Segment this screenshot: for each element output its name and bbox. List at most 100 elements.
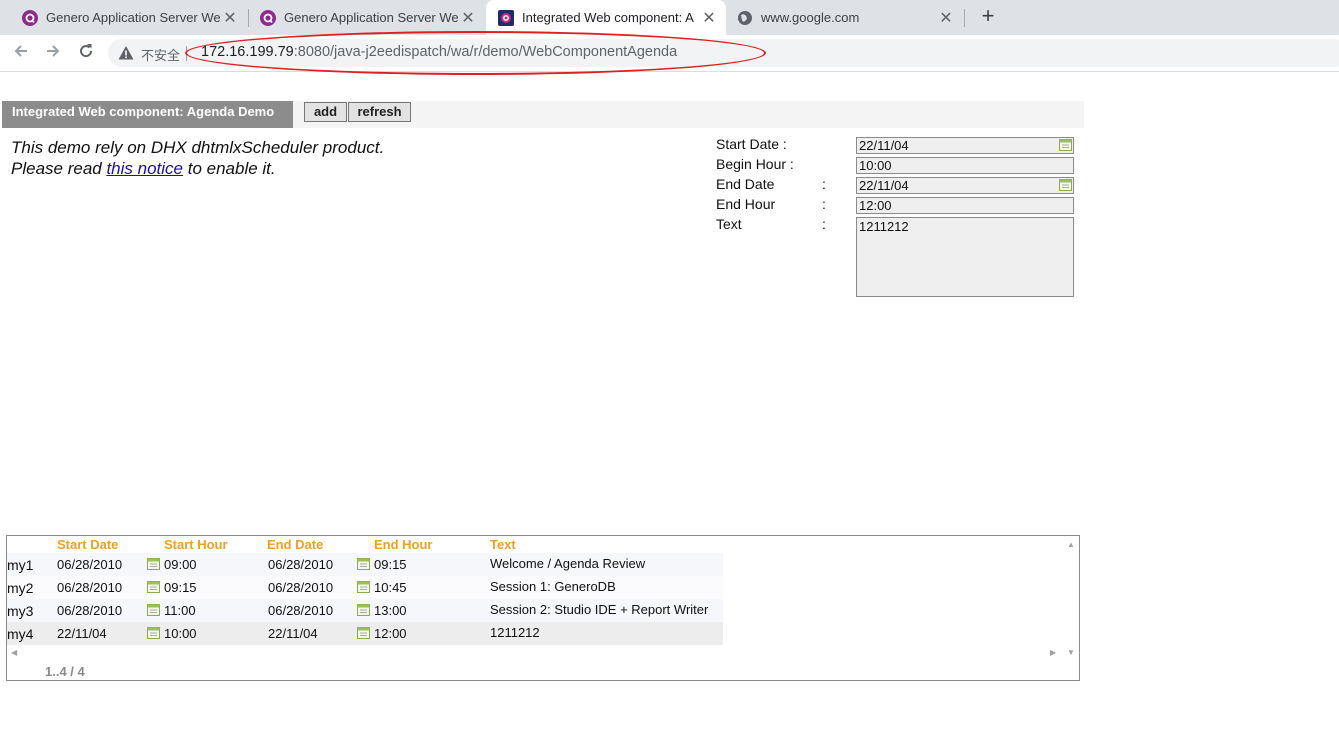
text-cell: 1211212 [490,625,540,640]
start-date-value: 22/11/04 [859,138,909,153]
vertical-scrollbar[interactable]: ▲ ▼ [1063,536,1079,663]
scroll-down-icon[interactable]: ▼ [1067,648,1075,657]
text-colon: : [822,216,826,232]
genero-favicon-icon [22,9,38,26]
end-date-cell: 06/28/2010 [268,557,334,572]
start-date-field[interactable]: 22/11/04 [856,137,1074,154]
row-id: my2 [7,580,34,596]
calendar-icon[interactable] [1059,179,1072,191]
horizontal-scrollbar[interactable]: ◀ ▶ [7,646,1063,660]
browser-tab-bar: Genero Application Server We ✕ Genero Ap… [0,0,1339,35]
text-cell: Session 2: Studio IDE + Report Writer [490,602,709,617]
start-hour-cell: 10:00 [164,626,197,641]
notice-line-1: This demo rely on DHX dhtmlxScheduler pr… [11,138,385,157]
begin-hour-label: Begin Hour : [716,156,794,172]
calendar-icon[interactable] [147,604,160,616]
app-title: Integrated Web component: Agenda Demo [2,101,293,128]
row-id: my4 [7,626,34,642]
close-icon[interactable]: ✕ [700,8,718,28]
start-hour-cell: 11:00 [164,603,196,618]
table-row-selected[interactable]: my4 22/11/04 10:00 22/11/04 12:00 121121… [7,622,723,645]
calendar-icon[interactable] [147,581,160,593]
column-header-end-hour[interactable]: End Hour [374,537,433,552]
close-icon[interactable]: ✕ [459,8,477,28]
calendar-icon[interactable] [357,627,370,639]
table-row[interactable]: my1 06/28/2010 09:00 06/28/2010 09:15 We… [7,553,723,576]
end-date-cell: 06/28/2010 [268,603,334,618]
notice-text: This demo rely on DHX dhtmlxScheduler pr… [11,137,384,179]
scroll-right-icon[interactable]: ▶ [1050,648,1056,657]
close-icon[interactable]: ✕ [221,8,239,28]
end-hour-cell: 09:15 [374,557,407,572]
start-date-label: Start Date : [716,136,787,152]
tab-genero-2[interactable]: Genero Application Server We ✕ [238,0,485,35]
table-pager: 1..4 / 4 [45,664,85,679]
end-hour-field[interactable]: 12:00 [856,197,1074,214]
notice-prefix: Please read [11,159,107,178]
reload-button[interactable] [74,39,98,63]
column-header-start-hour[interactable]: Start Hour [164,537,228,552]
refresh-button[interactable]: refresh [348,102,411,122]
notice-suffix: to enable it. [183,159,276,178]
calendar-icon[interactable] [147,627,160,639]
calendar-icon[interactable] [147,558,160,570]
app-header-bar: Integrated Web component: Agenda Demo ad… [2,101,1084,128]
end-date-cell: 22/11/04 [268,626,318,641]
end-hour-cell: 10:45 [374,580,407,595]
column-header-end-date[interactable]: End Date [267,537,323,552]
close-icon[interactable]: ✕ [937,8,955,28]
arrow-right-icon [47,45,60,57]
start-date-cell: 06/28/2010 [57,603,123,618]
calendar-icon[interactable] [357,558,370,570]
tab-separator [964,9,965,27]
end-date-value: 22/11/04 [859,178,909,193]
red-annotation-ellipse [185,31,766,75]
end-hour-colon: : [822,196,826,212]
notice-line-2: Please read this notice to enable it. [11,158,384,179]
table-row[interactable]: my3 06/28/2010 11:00 06/28/2010 13:00 Se… [7,599,723,622]
add-button[interactable]: add [304,102,347,122]
scroll-left-icon[interactable]: ◀ [11,648,17,657]
agenda-table: Start Date Start Hour End Date End Hour … [6,535,1080,681]
reload-icon [80,44,93,58]
start-date-cell: 06/28/2010 [57,580,123,595]
tab-title: Genero Application Server We [46,10,221,25]
end-hour-cell: 12:00 [374,626,407,641]
tab-title: Genero Application Server We [284,10,459,25]
back-button[interactable] [9,39,33,63]
start-date-cell: 22/11/04 [57,626,107,641]
text-label: Text [716,216,742,232]
this-notice-link[interactable]: this notice [106,159,183,178]
text-cell: Welcome / Agenda Review [490,556,646,571]
calendar-icon[interactable] [357,604,370,616]
not-secure-label[interactable]: 不安全 [141,45,180,64]
scroll-up-icon[interactable]: ▲ [1067,540,1075,549]
globe-icon [737,10,753,26]
end-date-field[interactable]: 22/11/04 [856,177,1074,194]
start-date-cell: 06/28/2010 [57,557,123,572]
genero-favicon-icon [498,9,514,26]
new-tab-button[interactable]: + [977,5,999,29]
tab-title: Integrated Web component: A [522,10,694,25]
end-date-cell: 06/28/2010 [268,580,334,595]
warning-icon[interactable] [118,45,134,66]
end-hour-label: End Hour [716,196,776,212]
tab-title: www.google.com [761,10,860,25]
calendar-icon[interactable] [1059,139,1072,151]
tab-agenda-active[interactable]: Integrated Web component: A ✕ [486,0,726,35]
arrow-left-icon [14,45,27,57]
column-header-text[interactable]: Text [490,537,516,552]
end-date-label: End Date [716,176,775,192]
column-header-start-date[interactable]: Start Date [57,537,118,552]
tab-google[interactable]: www.google.com ✕ [727,0,963,35]
table-row[interactable]: my2 06/28/2010 09:15 06/28/2010 10:45 Se… [7,576,723,599]
start-hour-cell: 09:15 [164,580,197,595]
begin-hour-field[interactable]: 10:00 [856,157,1074,174]
end-date-colon: : [822,176,826,192]
calendar-icon[interactable] [357,581,370,593]
text-area[interactable]: 1211212 [856,217,1074,297]
text-cell: Session 1: GeneroDB [490,579,616,594]
row-id: my3 [7,603,34,619]
tab-genero-1[interactable]: Genero Application Server We ✕ [0,0,247,35]
forward-button[interactable] [41,39,65,63]
